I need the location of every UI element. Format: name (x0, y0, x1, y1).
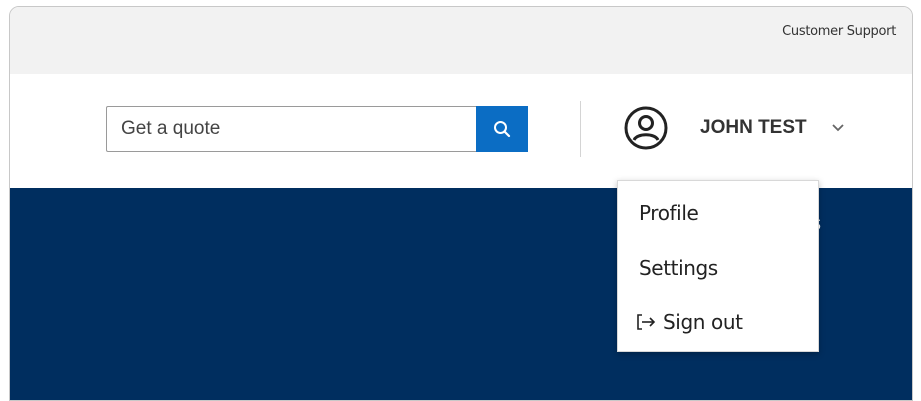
search-button[interactable] (476, 106, 528, 152)
quote-search-input[interactable] (106, 106, 476, 152)
menu-item-label: Settings (639, 256, 718, 280)
menu-item-label: Profile (639, 201, 699, 225)
search-icon (494, 121, 511, 138)
utility-bar: Customer Support (10, 7, 912, 74)
chevron-down-icon (831, 124, 844, 132)
menu-item-settings[interactable]: Settings (618, 248, 818, 288)
user-dropdown-menu: Profile Settings Sign out (617, 180, 819, 352)
menu-item-sign-out[interactable]: Sign out (618, 302, 818, 342)
browser-viewport: Customer Support JOHN TEST (9, 6, 913, 401)
header-divider (580, 101, 581, 157)
customer-support-link[interactable]: Customer Support (782, 24, 896, 39)
menu-item-profile[interactable]: Profile (618, 193, 818, 233)
site-header: JOHN TEST (10, 74, 912, 188)
sign-out-icon (637, 314, 656, 330)
menu-item-label: Sign out (663, 310, 743, 334)
user-circle-icon (624, 106, 668, 150)
quote-search (106, 106, 528, 152)
user-menu-toggle[interactable]: JOHN TEST (623, 103, 893, 153)
user-name: JOHN TEST (700, 117, 807, 138)
